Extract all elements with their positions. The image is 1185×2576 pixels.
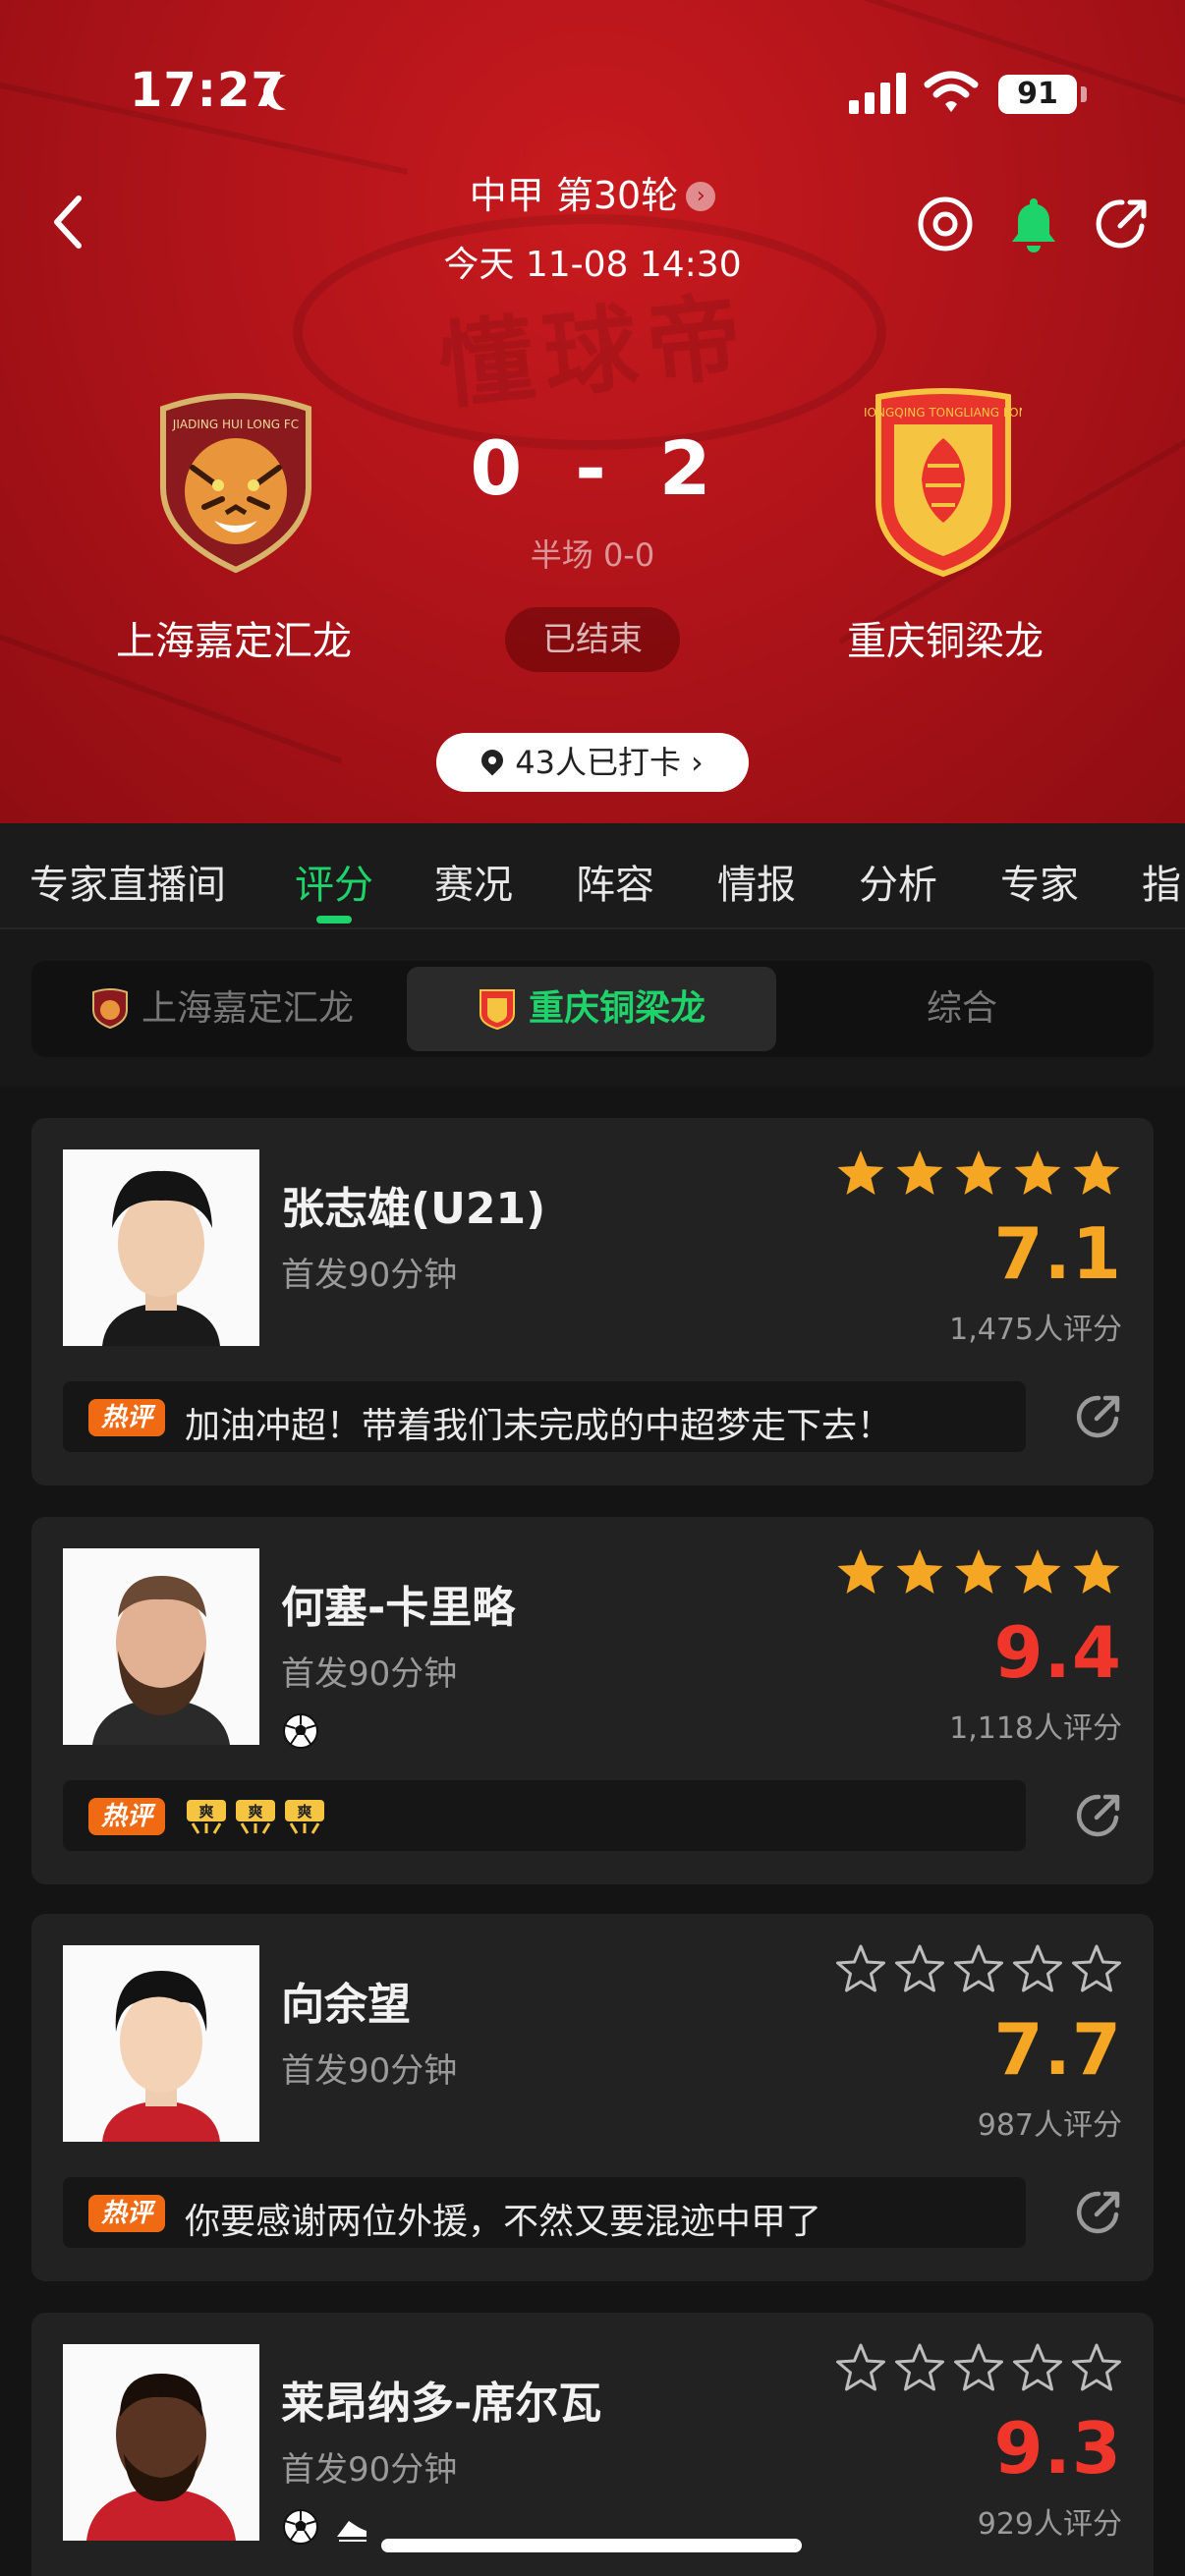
hot-comment[interactable]: 热评 你要感谢两位外援，不然又要混迹中甲了 bbox=[63, 2177, 1026, 2248]
player-rating-card[interactable]: 莱昂纳多-席尔瓦 首发90分钟 9.3 929人评分 bbox=[31, 2313, 1154, 2576]
match-tab-bar: 专家直播间 评分 赛况 阵容 情报 分析 专家 指 bbox=[0, 823, 1185, 929]
goal-icon bbox=[283, 1713, 318, 1749]
away-score: 2 bbox=[658, 424, 715, 512]
player-start-info: 首发90分钟 bbox=[281, 1256, 458, 1295]
cheer-emoji-icon: 爽 bbox=[187, 1800, 226, 1834]
svg-text:爽: 爽 bbox=[297, 1803, 311, 1820]
league-round-label: 中甲 第30轮 bbox=[469, 174, 679, 217]
rating-count: 987人评分 bbox=[977, 2108, 1122, 2143]
match-events bbox=[281, 1711, 320, 1751]
clock: 17:27 bbox=[130, 63, 285, 118]
score-separator: - bbox=[575, 424, 610, 512]
moon-icon bbox=[273, 75, 309, 110]
star-outline-icon bbox=[836, 2343, 1121, 2391]
star-outline-icon bbox=[836, 1944, 1121, 1992]
match-status-badge: 已结束 bbox=[505, 607, 680, 672]
team-segmented-control: 上海嘉定汇龙 重庆铜梁龙 综合 bbox=[31, 961, 1154, 1057]
home-team-mini-badge bbox=[91, 988, 128, 1030]
share-icon[interactable] bbox=[1071, 2185, 1126, 2240]
hot-comment-badge: 热评 bbox=[88, 1798, 165, 1835]
segment-combined[interactable]: 综合 bbox=[776, 967, 1148, 1051]
player-photo bbox=[63, 1945, 259, 2142]
target-icon[interactable] bbox=[914, 193, 977, 255]
player-rating: 9.3 bbox=[993, 2407, 1122, 2490]
svg-text:爽: 爽 bbox=[198, 1803, 213, 1820]
player-name: 张志雄(U21) bbox=[281, 1184, 546, 1234]
checkin-label: 43人已打卡 bbox=[515, 744, 681, 781]
hot-comment[interactable]: 热评 加油冲超！带着我们未完成的中超梦走下去！ bbox=[63, 1381, 1026, 1452]
cellular-signal-icon bbox=[849, 73, 906, 114]
away-badge-text: CHONGQING TONGLIANG LONG bbox=[865, 406, 1022, 420]
segment-home-label: 上海嘉定汇龙 bbox=[141, 988, 354, 1029]
match-events bbox=[281, 2507, 370, 2547]
player-photo bbox=[63, 1149, 259, 1346]
battery-indicator: 91 bbox=[998, 75, 1087, 114]
home-score: 0 bbox=[470, 424, 527, 512]
hot-comment-badge: 热评 bbox=[88, 1399, 165, 1436]
share-icon[interactable] bbox=[1091, 193, 1154, 255]
rating-count: 929人评分 bbox=[977, 2507, 1122, 2542]
hot-comment-text: 加油冲超！带着我们未完成的中超梦走下去！ bbox=[185, 1406, 893, 1446]
away-team-name[interactable]: 重庆铜梁龙 bbox=[768, 609, 1122, 666]
segment-home-team[interactable]: 上海嘉定汇龙 bbox=[37, 967, 407, 1051]
svg-text:爽: 爽 bbox=[248, 1803, 262, 1820]
away-team-mini-badge bbox=[479, 989, 515, 1030]
player-rating: 9.4 bbox=[993, 1611, 1122, 1694]
active-tab-indicator bbox=[316, 916, 352, 924]
player-start-info: 首发90分钟 bbox=[281, 1654, 458, 1694]
tab-expert-live[interactable]: 专家直播间 bbox=[29, 853, 226, 910]
wifi-icon bbox=[924, 71, 979, 112]
goal-icon bbox=[283, 2509, 318, 2545]
player-name: 莱昂纳多-席尔瓦 bbox=[281, 2379, 602, 2429]
player-photo bbox=[63, 2344, 259, 2541]
rating-stars[interactable] bbox=[835, 1943, 1122, 1994]
player-rating: 7.1 bbox=[993, 1212, 1122, 1295]
match-header: 懂球帝 17:27 91 中甲 第30轮 › 今天 11-08 14:30 JI… bbox=[0, 0, 1185, 823]
hot-comment-badge: 热评 bbox=[88, 2195, 165, 2232]
player-name: 向余望 bbox=[281, 1980, 411, 2030]
tab-ratings[interactable]: 评分 bbox=[295, 853, 373, 910]
assist-boot-icon bbox=[337, 2521, 367, 2542]
tab-index[interactable]: 指 bbox=[1142, 853, 1181, 910]
tab-intel[interactable]: 情报 bbox=[717, 853, 796, 910]
star-icon bbox=[837, 1549, 1120, 1594]
chevron-right-icon: › bbox=[690, 744, 704, 781]
checkin-button[interactable]: 43人已打卡 › bbox=[436, 733, 749, 792]
rating-stars[interactable] bbox=[835, 1546, 1122, 1597]
player-photo bbox=[63, 1548, 259, 1745]
share-icon[interactable] bbox=[1071, 1389, 1126, 1444]
home-indicator[interactable] bbox=[381, 2539, 802, 2552]
rating-count: 1,118人评分 bbox=[949, 1711, 1122, 1746]
player-rating-card[interactable]: 何塞-卡里略 首发90分钟 9.4 1,118人评分 热评 爽 爽 爽 bbox=[31, 1517, 1154, 1884]
chevron-right-icon: › bbox=[686, 182, 716, 211]
location-pin-icon bbox=[477, 745, 508, 776]
player-rating-card[interactable]: 张志雄(U21) 首发90分钟 7.1 1,475人评分 热评 加油冲超！带着我… bbox=[31, 1118, 1154, 1485]
segment-away-team[interactable]: 重庆铜梁龙 bbox=[407, 967, 776, 1051]
status-bar: 17:27 91 bbox=[0, 0, 1185, 187]
hot-comment-text: 你要感谢两位外援，不然又要混迹中甲了 bbox=[185, 2202, 822, 2242]
tab-analysis[interactable]: 分析 bbox=[859, 853, 937, 910]
rating-count: 1,475人评分 bbox=[949, 1313, 1122, 1347]
team-filter-area: 上海嘉定汇龙 重庆铜梁龙 综合 bbox=[0, 929, 1185, 1087]
player-start-info: 首发90分钟 bbox=[281, 2051, 458, 2091]
rating-stars[interactable] bbox=[835, 1148, 1122, 1199]
star-icon bbox=[837, 1150, 1120, 1195]
home-team-name[interactable]: 上海嘉定汇龙 bbox=[57, 609, 411, 666]
hot-comment[interactable]: 热评 爽 爽 爽 bbox=[63, 1780, 1026, 1851]
share-icon[interactable] bbox=[1071, 1788, 1126, 1843]
player-start-info: 首发90分钟 bbox=[281, 2450, 458, 2490]
tab-lineup[interactable]: 阵容 bbox=[576, 853, 654, 910]
bell-icon[interactable] bbox=[1002, 193, 1065, 255]
player-rating: 7.7 bbox=[993, 2008, 1122, 2091]
emoji-comment: 爽 爽 爽 bbox=[185, 1794, 332, 1846]
tab-experts[interactable]: 专家 bbox=[1000, 853, 1079, 910]
player-rating-card[interactable]: 向余望 首发90分钟 7.7 987人评分 热评 你要感谢两位外援，不然又要混迹… bbox=[31, 1914, 1154, 2281]
rating-stars[interactable] bbox=[835, 2342, 1122, 2393]
segment-away-label: 重庆铜梁龙 bbox=[528, 988, 705, 1029]
player-name: 何塞-卡里略 bbox=[281, 1583, 516, 1633]
tab-match-events[interactable]: 赛况 bbox=[434, 853, 513, 910]
cheer-emoji-icons: 爽 爽 爽 bbox=[187, 1800, 324, 1834]
away-team-badge[interactable]: CHONGQING TONGLIANG LONG bbox=[865, 385, 1022, 578]
